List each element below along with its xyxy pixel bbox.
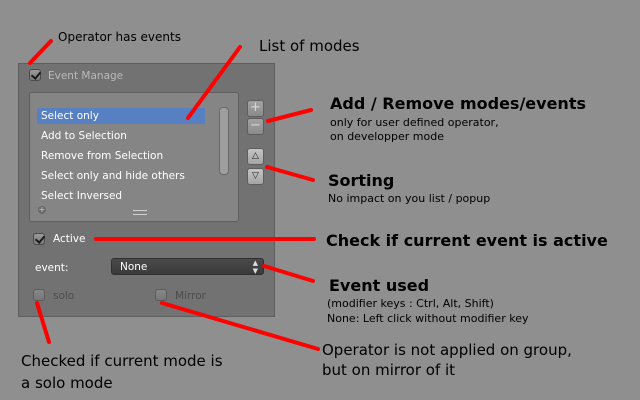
arrow-operator-events [28, 39, 53, 65]
arrow-sorting [265, 165, 315, 182]
arrow-event-used [262, 264, 315, 283]
note-mirror-line1: Operator is not applied on group, [322, 341, 572, 359]
note-solo-line2: a solo mode [21, 374, 113, 392]
note-solo-line1: Checked if current mode is [21, 352, 223, 370]
note-mirror-line2: but on mirror of it [322, 361, 456, 379]
note-add-remove-line1: only for user defined operator, [330, 116, 499, 129]
arrow-solo [35, 301, 51, 344]
arrow-add-remove [266, 108, 313, 123]
note-event-used-line2: None: Left click without modifier key [327, 312, 529, 325]
note-event-used-title: Event used [329, 276, 430, 295]
arrow-mirror [160, 301, 320, 351]
arrow-list-of-modes [186, 45, 242, 120]
annotation-arrows [28, 39, 320, 351]
note-event-used-line1: (modifier keys : Ctrl, Alt, Shift) [327, 297, 494, 310]
note-sorting-title: Sorting [328, 171, 395, 190]
note-active: Check if current event is active [326, 231, 608, 250]
note-add-remove-line2: on developper mode [330, 130, 444, 143]
note-operator-events: Operator has events [58, 30, 181, 44]
note-sorting-sub: No impact on you list / popup [328, 192, 491, 205]
note-add-remove-title: Add / Remove modes/events [330, 94, 586, 113]
note-list-of-modes: List of modes [259, 37, 360, 55]
